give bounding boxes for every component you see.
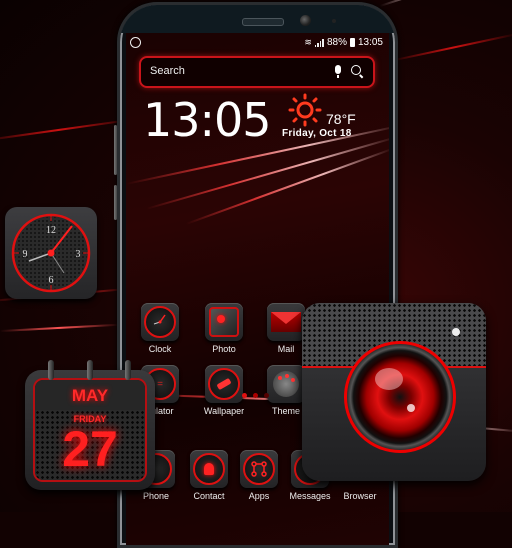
calendar-ring (48, 360, 54, 380)
palette-icon (273, 371, 299, 397)
dock-contact[interactable]: Contact (183, 450, 235, 501)
status-bar: ≋ 88% 13:05 (126, 36, 389, 52)
analog-clock-face: 12 3 6 9 (11, 213, 91, 293)
page-dot[interactable] (264, 393, 269, 398)
light-streak (0, 323, 120, 332)
dock-apps[interactable]: Apps (233, 450, 285, 501)
search-placeholder: Search (150, 65, 185, 77)
calendar-day-number: 27 (62, 421, 118, 477)
camera-lens-icon (344, 341, 456, 453)
search-bar[interactable]: Search (139, 56, 375, 88)
screen-streak (145, 136, 389, 210)
calendar-month: MAY (71, 386, 109, 405)
app-label: Apps (248, 491, 270, 501)
camera-flash (452, 328, 460, 336)
light-streak (379, 0, 495, 7)
battery-icon (349, 38, 355, 47)
clock-icon (144, 306, 176, 338)
app-clock[interactable]: Clock (134, 303, 186, 354)
paint-roller-icon (208, 368, 240, 400)
earpiece-speaker (242, 18, 284, 26)
app-photo[interactable]: Photo (198, 303, 250, 354)
sync-icon (130, 37, 141, 48)
wifi-icon: ≋ (304, 37, 312, 47)
calendar-widget[interactable]: MAY FRIDAY 27 (25, 360, 155, 490)
calendar-ring (87, 360, 93, 380)
app-label: Contact (193, 491, 225, 501)
clock-numeral-12: 12 (46, 225, 56, 236)
contact-icon (193, 453, 225, 485)
sun-icon (288, 93, 322, 127)
app-label: Photo (212, 344, 236, 354)
temperature: 78°F (326, 111, 356, 127)
app-label: Phone (142, 491, 170, 501)
battery-percent: 88% (326, 37, 347, 48)
mail-icon (271, 312, 301, 332)
search-icon[interactable] (351, 65, 361, 75)
signal-icon (314, 38, 324, 47)
app-label: Clock (148, 344, 172, 354)
page-indicator (242, 393, 269, 398)
clock-numeral-9: 9 (23, 249, 28, 260)
proximity-sensor (332, 19, 336, 23)
front-camera (300, 15, 311, 26)
clock-numeral-3: 3 (76, 249, 81, 260)
analog-clock-widget[interactable]: 12 3 6 9 (5, 207, 97, 299)
app-label: Browser (343, 491, 377, 501)
screen-streak (185, 147, 389, 225)
app-wallpaper[interactable]: Wallpaper (198, 365, 250, 416)
photo-icon (209, 307, 239, 337)
page-dot[interactable] (253, 393, 258, 398)
date-text: Friday, Oct 18 (282, 128, 352, 139)
clock-time[interactable]: 13:05 (143, 93, 272, 147)
camera-app-icon[interactable] (302, 303, 486, 481)
light-streak (389, 32, 512, 62)
phone-top-bezel (120, 5, 395, 33)
clock-center (47, 249, 55, 257)
apps-icon (243, 453, 275, 485)
clock-numeral-6: 6 (49, 275, 54, 286)
page-dot-active[interactable] (242, 393, 247, 398)
status-time: 13:05 (357, 37, 383, 48)
app-label: Wallpaper (203, 406, 245, 416)
microphone-icon[interactable] (335, 65, 341, 78)
app-label: Messages (289, 491, 331, 501)
calendar-ring (125, 360, 131, 380)
